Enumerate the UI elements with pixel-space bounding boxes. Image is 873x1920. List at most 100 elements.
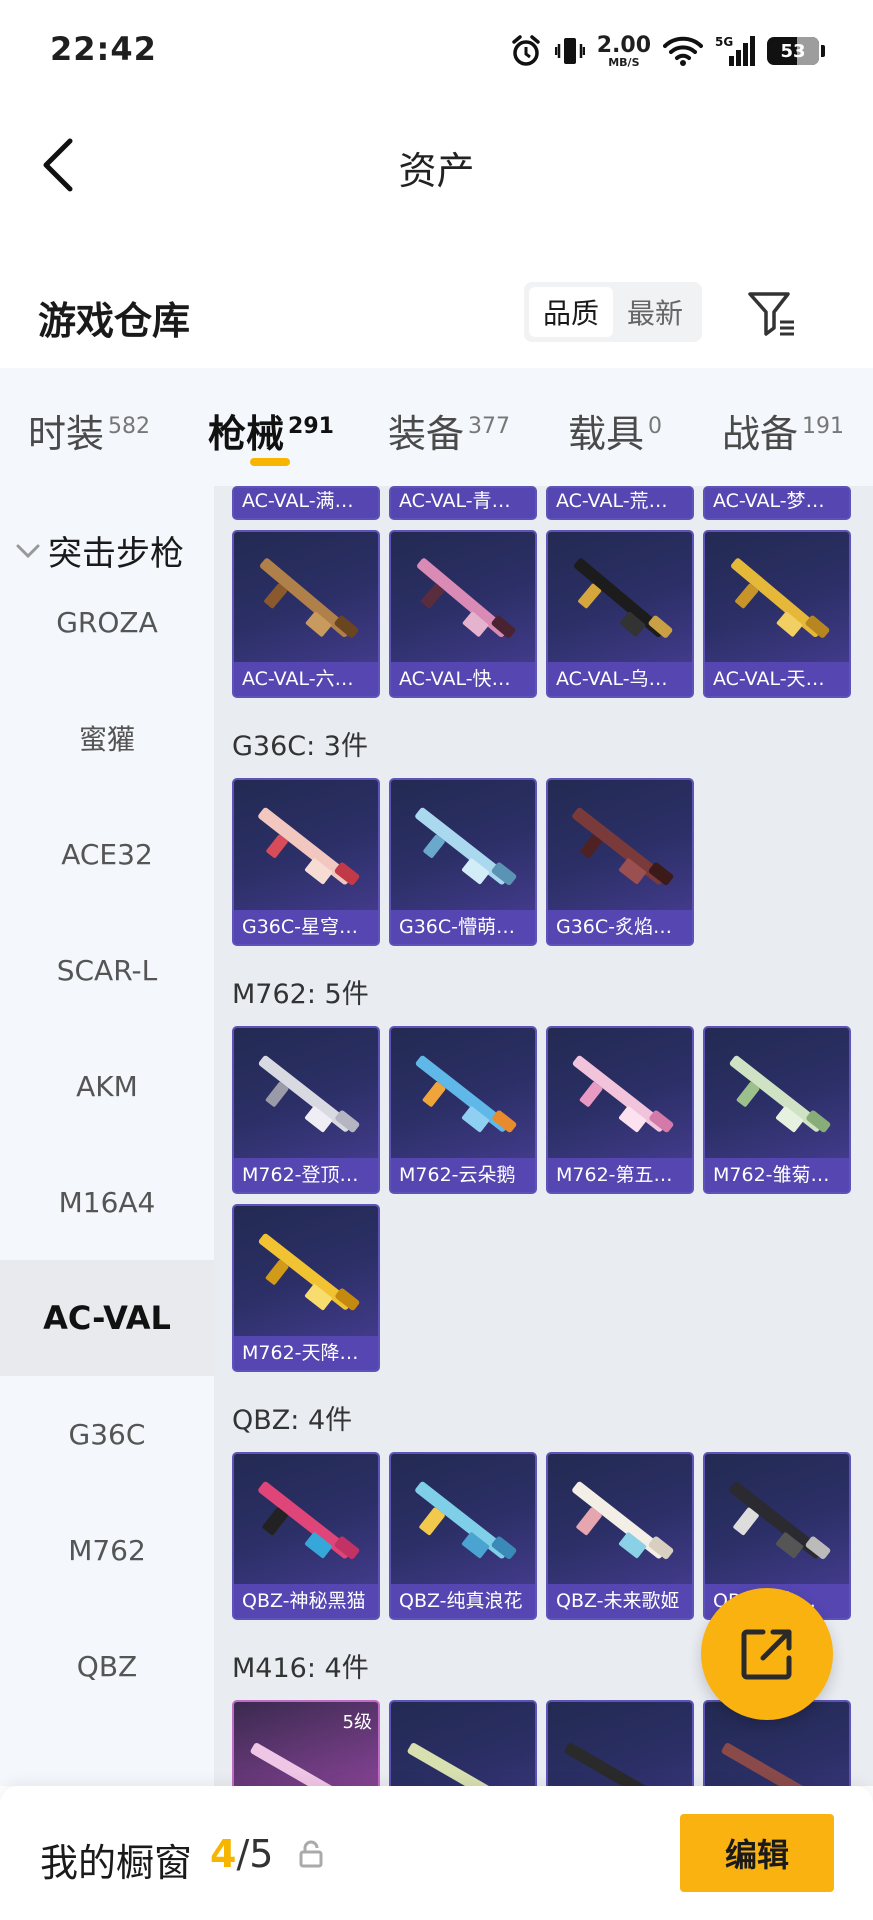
sort-quality[interactable]: 品质: [529, 287, 613, 337]
weapon-card-name: AC-VAL-天降...: [705, 662, 849, 696]
page-title: 资产: [398, 149, 475, 193]
weapon-card-name: G36C-懵萌河...: [391, 910, 535, 944]
tab-firearms-label: 枪械: [208, 412, 285, 456]
showcase-total: 5: [249, 1832, 274, 1876]
tab-gear[interactable]: 战备 191: [722, 403, 844, 458]
rifle-image: [564, 1742, 666, 1786]
rifle-image: [250, 1742, 352, 1786]
weapon-card[interactable]: AC-VAL-梦海...: [703, 486, 851, 520]
weapon-card[interactable]: G36C-星穹咏...: [232, 778, 380, 946]
active-tab-indicator: [250, 458, 290, 466]
tab-firearms[interactable]: 枪械 291: [208, 403, 334, 458]
weapon-card-name: M762-第五大...: [548, 1158, 692, 1192]
sidebar-item-honey-badger[interactable]: 蜜獾: [0, 680, 214, 796]
weapon-card[interactable]: AC-VAL-青梨...: [389, 486, 537, 520]
weapon-card-name: QBZ-神秘黑猫: [234, 1584, 378, 1618]
rifle-image: [572, 807, 674, 886]
tab-vehicles[interactable]: 载具 0: [568, 403, 662, 458]
weapon-card-name: AC-VAL-青梨...: [391, 488, 535, 518]
status-bar: 22:42 2.00 MB/S 5G 53: [0, 0, 873, 100]
weapon-card[interactable]: M762-第五大...: [546, 1026, 694, 1194]
weapon-card[interactable]: G36C-懵萌河...: [389, 778, 537, 946]
weapon-card[interactable]: QBZ-神秘黑猫: [232, 1452, 380, 1620]
weapon-card[interactable]: QBZ-纯真浪花: [389, 1452, 537, 1620]
weapon-card[interactable]: AC-VAL-乌木...: [546, 530, 694, 698]
sidebar-item-groza[interactable]: GROZA: [0, 564, 214, 680]
tab-gear-count: 191: [802, 414, 845, 440]
weapon-card[interactable]: AC-VAL-天降...: [703, 530, 851, 698]
tab-outfits-label: 时装: [28, 412, 105, 456]
weapon-card-name: AC-VAL-六号...: [234, 662, 378, 696]
group-label-g36c: G36C: 3件: [232, 731, 368, 762]
sidebar-item-ac-val[interactable]: AC-VAL: [0, 1260, 214, 1376]
weapon-card[interactable]: 5级: [232, 1700, 380, 1786]
weapon-card-name: AC-VAL-梦海...: [705, 488, 849, 518]
weapon-card[interactable]: M762-登顶巅...: [232, 1026, 380, 1194]
rifle-image: [258, 1481, 360, 1560]
filter-button[interactable]: [742, 284, 802, 344]
rifle-image: [572, 1055, 674, 1133]
rifle-image: [417, 558, 516, 638]
tab-outfits-count: 582: [108, 414, 151, 440]
rifle-image: [258, 1233, 360, 1311]
weapon-card-name: AC-VAL-荒原...: [548, 488, 692, 518]
edit-button[interactable]: 编辑: [680, 1814, 834, 1892]
weapon-card-name: M762-天降萌...: [234, 1336, 378, 1370]
weapon-card-name: AC-VAL-快闪...: [391, 662, 535, 696]
sidebar-item-g36c[interactable]: G36C: [0, 1376, 214, 1492]
rifle-image: [729, 1481, 831, 1560]
showcase-current: 4: [210, 1832, 237, 1876]
weapon-card[interactable]: M762-天降萌...: [232, 1204, 380, 1372]
rifle-image: [731, 558, 830, 638]
group-label-m762: M762: 5件: [232, 979, 369, 1010]
weapon-card-name: G36C-星穹咏...: [234, 910, 378, 944]
tab-gear-label: 战备: [722, 412, 799, 456]
weapon-card[interactable]: G36C-炙焰牛...: [546, 778, 694, 946]
tab-equipment[interactable]: 装备 377: [388, 403, 510, 458]
weapon-card-name: AC-VAL-满月...: [234, 488, 378, 518]
rifle-image: [415, 1055, 517, 1133]
weapon-card-name: M762-登顶巅...: [234, 1158, 378, 1192]
weapon-card[interactable]: [546, 1700, 694, 1786]
warehouse-title: 游戏仓库: [38, 299, 191, 343]
weapon-card-name: QBZ-未来歌姬: [548, 1584, 692, 1618]
sidebar-item-m16a4[interactable]: M16A4: [0, 1144, 214, 1260]
sort-toggle: 品质 最新: [524, 282, 702, 342]
weapon-card-name: G36C-炙焰牛...: [548, 910, 692, 944]
showcase-label: 我的橱窗: [40, 1841, 193, 1885]
weapon-card[interactable]: M762-雏菊兔...: [703, 1026, 851, 1194]
sidebar-item-scar-l[interactable]: SCAR-L: [0, 912, 214, 1028]
rifle-image: [415, 1481, 517, 1560]
sidebar-item-akm[interactable]: AKM: [0, 1028, 214, 1144]
rifle-image: [572, 1481, 674, 1560]
rifle-image: [415, 807, 517, 886]
weapon-card[interactable]: AC-VAL-快闪...: [389, 530, 537, 698]
group-label-qbz: QBZ: 4件: [232, 1405, 353, 1436]
weapon-card[interactable]: [389, 1700, 537, 1786]
sidebar-item-ace32[interactable]: ACE32: [0, 796, 214, 912]
rifle-image: [407, 1742, 509, 1786]
weapon-card[interactable]: AC-VAL-六号...: [232, 530, 380, 698]
tab-firearms-count: 291: [288, 414, 334, 440]
sort-newest[interactable]: 最新: [613, 287, 697, 337]
rifle-image: [729, 1055, 831, 1133]
weapon-card[interactable]: M762-云朵鹅: [389, 1026, 537, 1194]
weapon-card-name: M762-云朵鹅: [391, 1158, 535, 1192]
vibrate-icon: [554, 38, 585, 64]
net-speed-value: 2.00: [596, 32, 651, 58]
weapon-card[interactable]: AC-VAL-满月...: [232, 486, 380, 520]
tab-outfits[interactable]: 时装 582: [28, 403, 150, 458]
share-fab-button[interactable]: [701, 1588, 833, 1720]
weapon-card-name: QBZ-纯真浪花: [391, 1584, 535, 1618]
system-icons: 2.00 MB/S 5G 53: [509, 28, 825, 74]
lock-icon: [299, 1840, 323, 1868]
rifle-image: [260, 558, 359, 638]
category-tabs: 时装 582 枪械 291 装备 377 载具 0 战备 191: [0, 368, 873, 486]
sidebar-item-m762[interactable]: M762: [0, 1492, 214, 1608]
net-speed-unit: MB/S: [608, 55, 640, 69]
tab-equipment-count: 377: [468, 414, 511, 440]
weapon-card[interactable]: AC-VAL-荒原...: [546, 486, 694, 520]
weapon-card[interactable]: QBZ-未来歌姬: [546, 1452, 694, 1620]
sidebar-item-qbz[interactable]: QBZ: [0, 1608, 214, 1724]
tab-equipment-label: 装备: [388, 412, 465, 456]
